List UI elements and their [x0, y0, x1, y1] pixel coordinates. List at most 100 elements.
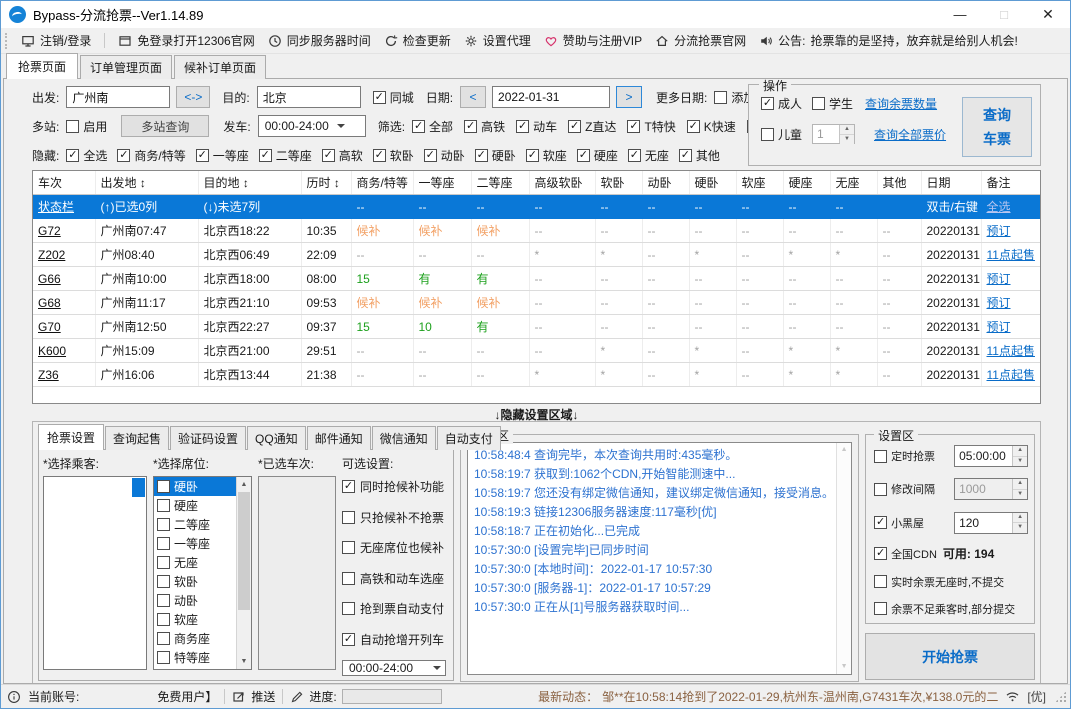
checkbox-box[interactable]: ✓ [525, 148, 539, 162]
checkbox-box[interactable] [157, 575, 170, 588]
checkbox-box[interactable] [761, 127, 774, 141]
grab-option-checkbox[interactable]: 抢到票自动支付 [342, 600, 449, 617]
spin-down-icon[interactable]: ▼ [1013, 489, 1028, 500]
cell[interactable]: 预订 [981, 290, 1040, 315]
checkbox-box[interactable] [342, 541, 355, 554]
checkbox-box[interactable] [714, 90, 728, 104]
cell[interactable]: 11点起售 [981, 338, 1040, 363]
train-row[interactable]: G70 广州南12:50 北京西22:27 09:37 15 10 有 -- -- -- -- -- -… [33, 314, 1040, 339]
tab-captcha-settings[interactable]: 验证码设置 [170, 426, 247, 450]
scroll-down-icon[interactable]: ▼ [237, 654, 251, 669]
cell[interactable]: G66 [33, 266, 96, 291]
checkbox-box[interactable] [157, 499, 170, 512]
seat-item[interactable]: 硬座 [154, 496, 236, 515]
checkbox-box[interactable] [157, 632, 170, 645]
grab-option-checkbox[interactable]: 无座席位也候补 [342, 539, 449, 556]
train-row[interactable]: Z36 广州16:06 北京西13:44 21:38 -- -- -- * * -- * -- * * --… [33, 362, 1040, 387]
checkbox-box[interactable] [342, 510, 355, 524]
checkbox-box[interactable] [874, 449, 888, 463]
scroll-down-icon[interactable]: ▼ [837, 660, 851, 674]
cell[interactable]: 11点起售 [981, 362, 1040, 387]
checkbox-box[interactable] [157, 537, 170, 550]
seat-item[interactable]: 一等座 [154, 534, 236, 553]
scrollbar-thumb[interactable] [238, 492, 250, 610]
hide-checkbox[interactable]: ✓ 商务/特等 [117, 147, 186, 164]
train-row[interactable]: Z202 广州08:40 北京西06:49 22:09 -- -- -- * * -- * -- * * -… [33, 242, 1040, 267]
minimize-button[interactable]: — [938, 1, 982, 28]
tab-waitlist-orders[interactable]: 候补订单页面 [174, 55, 267, 79]
checkbox-box[interactable] [874, 482, 888, 496]
checkbox-box[interactable]: ✓ [627, 148, 641, 162]
checkbox-box[interactable]: ✓ [627, 119, 641, 133]
seat-list[interactable]: 硬卧 硬座 二等座 一等座 无座 软卧 动卧 软座 商务座 特等座 [154, 477, 236, 669]
maximize-button[interactable]: □ [982, 1, 1026, 28]
status-row[interactable]: 状态栏 (↑)已选0列 (↓)未选7列 -- -- -- -- -- -- -- -- -- -- 双击/… [33, 194, 1040, 219]
cell[interactable]: Z36 [33, 362, 96, 387]
dest-input[interactable] [256, 86, 361, 108]
spinner-buttons[interactable]: ▲ ▼ [1012, 479, 1028, 500]
column-header[interactable]: 备注 [981, 171, 1040, 195]
depart-input[interactable] [66, 86, 171, 108]
column-header[interactable]: 一等座 [413, 171, 472, 195]
cell[interactable]: 预订 [981, 218, 1040, 243]
close-button[interactable]: ✕ [1026, 1, 1070, 28]
cell[interactable]: 预订 [981, 314, 1040, 339]
student-checkbox[interactable]: 学生 [812, 95, 853, 112]
column-header[interactable]: 二等座 [471, 171, 530, 195]
start-grabbing-button[interactable]: 开始抢票 [865, 633, 1036, 680]
next-date-button[interactable]: > [616, 86, 643, 108]
checkbox-box[interactable]: ✓ [516, 119, 530, 133]
spinner-buttons[interactable]: ▲ ▼ [839, 125, 855, 144]
spin-down-icon[interactable]: ▼ [840, 135, 855, 144]
train-row[interactable]: G68 广州南11:17 北京西21:10 09:53 候补 候补 候补 -- -- -- -- --… [33, 290, 1040, 315]
cell[interactable]: G70 [33, 314, 96, 339]
tab-order-management[interactable]: 订单管理页面 [80, 55, 173, 79]
query-tickets-button[interactable]: 查询 车票 [962, 97, 1032, 157]
logout-login-button[interactable]: 注销/登录 [21, 32, 91, 49]
checkbox-box[interactable] [157, 594, 170, 607]
passenger-list[interactable] [43, 476, 147, 670]
hide-checkbox[interactable]: ✓ 硬卧 [474, 147, 516, 164]
spinner-buttons[interactable]: ▲ ▼ [1012, 512, 1028, 533]
checkbox-box[interactable] [157, 613, 170, 626]
checkbox-box[interactable] [812, 97, 826, 110]
seat-item[interactable]: 二等座 [154, 515, 236, 534]
cell[interactable]: 11点起售 [981, 242, 1040, 267]
hide-checkbox[interactable]: ✓ 二等座 [258, 147, 312, 164]
spin-down-icon[interactable]: ▼ [1013, 456, 1028, 466]
push-button[interactable]: 推送 [232, 688, 275, 705]
scrollbar-track[interactable] [237, 610, 251, 654]
checkbox-box[interactable]: ✓ [874, 516, 888, 530]
cell[interactable]: Z202 [33, 242, 96, 267]
spinner-buttons[interactable]: ▲ ▼ [1012, 446, 1028, 466]
scroll-up-icon[interactable]: ▲ [237, 477, 251, 492]
column-header[interactable]: 软座 [736, 171, 784, 195]
scroll-up-icon[interactable]: ▲ [837, 443, 851, 457]
set-proxy-button[interactable]: 设置代理 [464, 32, 531, 49]
cell[interactable]: G68 [33, 290, 96, 315]
hide-checkbox[interactable]: ✓ 高软 [321, 147, 363, 164]
status-cell[interactable]: 状态栏 [33, 194, 96, 219]
setting-checkbox[interactable]: 修改间隔 [874, 481, 935, 497]
tab-query-onsale[interactable]: 查询起售 [105, 426, 170, 450]
official-site-button[interactable]: 分流抢票官网 [655, 32, 746, 49]
column-header[interactable]: 高级软卧 [529, 171, 596, 195]
query-remaining-link[interactable]: 查询余票数量 [865, 95, 937, 112]
column-header[interactable]: 无座 [830, 171, 878, 195]
checkbox-box[interactable]: ✓ [342, 480, 355, 493]
hide-checkbox[interactable]: ✓ 软座 [525, 147, 567, 164]
grab-option-checkbox[interactable]: 只抢候补不抢票 [342, 509, 449, 526]
prev-date-button[interactable]: < [460, 86, 487, 108]
setting-checkbox[interactable]: 定时抢票 [874, 448, 935, 464]
setting-checkbox[interactable]: ✓ 小黑屋 [874, 515, 924, 531]
checkbox-box[interactable]: ✓ [474, 148, 488, 162]
filter-checkbox[interactable]: ✓ 全部 [412, 118, 453, 135]
column-header[interactable]: 其他 [877, 171, 922, 195]
grab-option-checkbox[interactable]: ✓ 同时抢候补功能 [342, 478, 449, 495]
tab-auto-pay[interactable]: 自动支付 [436, 426, 501, 450]
hide-checkbox[interactable]: ✓ 硬座 [576, 147, 618, 164]
tab-grab-settings[interactable]: 抢票设置 [38, 424, 105, 450]
checkbox-box[interactable]: ✓ [686, 119, 700, 133]
log-output[interactable]: 10:58:48:4 查询完毕，本次查询共用时:435毫秒。 10:58:19:7… [468, 443, 836, 674]
hidden-area-toggle[interactable]: ↓隐藏设置区域↓ [32, 404, 1041, 422]
